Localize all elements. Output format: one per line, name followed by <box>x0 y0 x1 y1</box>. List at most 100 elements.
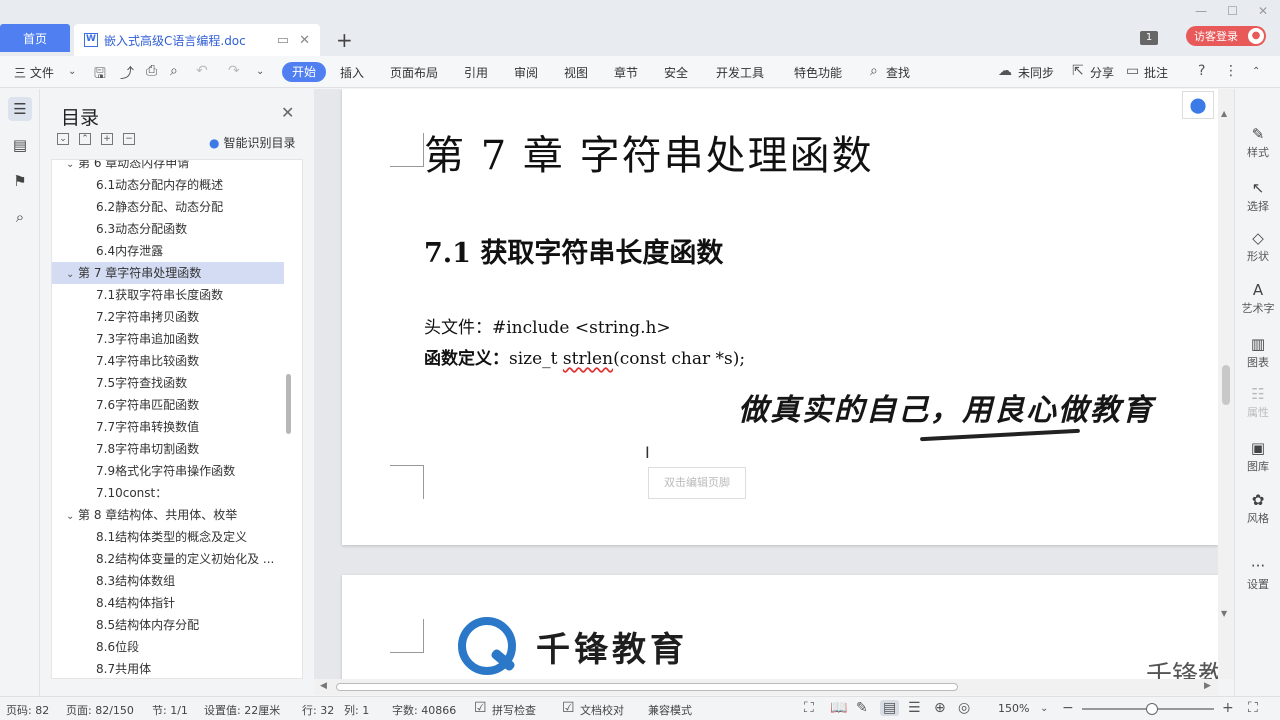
print-icon[interactable]: ⎙ <box>146 63 157 79</box>
tab-chapter[interactable]: 章节 <box>614 64 638 81</box>
page-view-icon[interactable]: ▤ <box>880 700 900 716</box>
toc-section-item[interactable]: 7.7字符串转换数值 <box>52 416 284 438</box>
tab-insert[interactable]: 插入 <box>340 64 364 81</box>
page-thumbnail-icon[interactable]: ▤ <box>8 133 32 157</box>
zoom-in-icon[interactable]: + <box>1222 700 1234 716</box>
vertical-scroll-thumb[interactable] <box>1222 365 1230 405</box>
outline-view-icon[interactable]: ☰ <box>908 700 921 716</box>
status-setting[interactable]: 设置值: 22厘米 <box>204 702 280 718</box>
scroll-down-icon[interactable]: ▼ <box>1221 609 1227 618</box>
style-tool[interactable]: ✎ 样式 <box>1235 125 1280 160</box>
fit-page-icon[interactable]: ⛶ <box>804 700 814 716</box>
status-word-count[interactable]: 字数: 40866 <box>392 702 456 718</box>
toc-section-item[interactable]: 8.5结构体内存分配 <box>52 614 284 636</box>
smart-toc-button[interactable]: ● 智能识别目录 <box>209 134 296 151</box>
tab-developer[interactable]: 开发工具 <box>716 64 764 81</box>
read-mode-icon[interactable]: 📖 <box>830 700 847 716</box>
comment-button[interactable]: 批注 <box>1144 64 1168 81</box>
toc-section-item[interactable]: 7.8字符串切割函数 <box>52 438 284 460</box>
location-pin-icon[interactable]: ⬤ <box>1182 91 1214 119</box>
properties-tool[interactable]: ☷ 属性 <box>1235 385 1280 420</box>
share-export-icon[interactable]: ⤴ <box>120 63 134 83</box>
spell-check-button[interactable]: 拼写检查 <box>492 702 536 718</box>
status-row[interactable]: 行: 32 <box>302 702 334 718</box>
zoom-slider-knob[interactable] <box>1146 703 1158 715</box>
tab-references[interactable]: 引用 <box>464 64 488 81</box>
chart-tool[interactable]: ▥ 图表 <box>1235 335 1280 370</box>
toc-section-item[interactable]: 8.2结构体变量的定义初始化及 ... <box>52 548 284 570</box>
vertical-scrollbar[interactable]: ▲ ▼ <box>1218 89 1234 679</box>
header-file-line[interactable]: 头文件：#include <string.h> <box>424 313 671 338</box>
new-tab-button[interactable]: + <box>336 28 353 52</box>
spell-check-icon[interactable]: ☑ <box>474 700 487 716</box>
share-icon[interactable]: ⇱ <box>1072 63 1084 79</box>
chapter-heading[interactable]: 第 7 章 字符串处理函数 <box>424 123 874 181</box>
chevron-down-icon[interactable]: ⌄ <box>66 264 78 284</box>
help-icon[interactable]: ? <box>1198 63 1205 79</box>
wordart-tool[interactable]: A 艺术字 <box>1235 281 1280 316</box>
remove-level-icon[interactable]: − <box>123 133 135 145</box>
write-mode-icon[interactable]: ✎ <box>856 700 868 716</box>
chevron-down-icon[interactable]: ⌄ <box>66 506 78 526</box>
toc-chapter-item[interactable]: ⌄ 第 6 章动态内存申请 <box>52 160 284 174</box>
tab-features[interactable]: 特色功能 <box>794 64 842 81</box>
toc-section-item[interactable]: 7.4字符串比较函数 <box>52 350 284 372</box>
close-window-icon[interactable]: ✕ <box>1258 4 1268 18</box>
collapse-all-icon[interactable]: ⌄ <box>57 133 69 145</box>
document-page-next[interactable]: 千锋教育 千锋教 <box>342 575 1218 679</box>
collapse-ribbon-icon[interactable]: ⌃ <box>1252 66 1260 77</box>
horizontal-scrollbar[interactable]: ◀ ▶ <box>314 679 1218 695</box>
document-page[interactable]: 第 7 章 字符串处理函数 7.1 获取字符串长度函数 头文件：#include… <box>342 89 1218 545</box>
quick-access-chevron-icon[interactable]: ⌄ <box>256 66 264 77</box>
proofread-icon[interactable]: ☑ <box>562 700 575 716</box>
notification-badge[interactable]: 1 <box>1140 31 1158 45</box>
select-tool[interactable]: ↖ 选择 <box>1235 179 1280 214</box>
toc-scrollbar[interactable] <box>286 374 291 434</box>
shape-tool[interactable]: ◇ 形状 <box>1235 229 1280 264</box>
toc-section-item[interactable]: 6.2静态分配、动态分配 <box>52 196 284 218</box>
toc-section-item[interactable]: 7.3字符串追加函数 <box>52 328 284 350</box>
close-icon[interactable]: ✕ <box>281 103 294 122</box>
toc-section-item[interactable]: 8.4结构体指针 <box>52 592 284 614</box>
status-col[interactable]: 列: 1 <box>344 702 369 718</box>
tab-view[interactable]: 视图 <box>564 64 588 81</box>
sync-cloud-icon[interactable]: ☁ <box>998 63 1012 79</box>
toc-chapter-item[interactable]: ⌄ 第 7 章字符串处理函数 <box>52 262 284 284</box>
save-icon[interactable]: 🖫 <box>94 63 106 87</box>
toc-section-item[interactable]: 7.6字符串匹配函数 <box>52 394 284 416</box>
minimize-icon[interactable]: — <box>1195 4 1207 18</box>
toc-section-item[interactable]: 7.10const： <box>52 482 284 504</box>
tab-review[interactable]: 审阅 <box>514 64 538 81</box>
fullscreen-icon[interactable]: ⛶ <box>1248 700 1258 716</box>
toc-section-item[interactable]: 8.6位段 <box>52 636 284 658</box>
toc-section-item[interactable]: 6.3动态分配函数 <box>52 218 284 240</box>
horizontal-scroll-thumb[interactable] <box>336 683 958 691</box>
tab-document[interactable]: W 嵌入式高级C语言编程.doc ▭ ✕ <box>74 24 320 56</box>
add-level-icon[interactable]: + <box>101 133 113 145</box>
toc-section-item[interactable]: 8.1结构体类型的概念及定义 <box>52 526 284 548</box>
tab-security[interactable]: 安全 <box>664 64 688 81</box>
document-area[interactable]: 第 7 章 字符串处理函数 7.1 获取字符串长度函数 头文件：#include… <box>314 89 1218 679</box>
file-menu[interactable]: 三 文件 <box>14 64 54 81</box>
toc-panel-icon[interactable]: ☰ <box>8 97 32 121</box>
toc-section-item[interactable]: 6.1动态分配内存的概述 <box>52 174 284 196</box>
scroll-left-icon[interactable]: ◀ <box>320 681 327 691</box>
redo-icon[interactable]: ↷ <box>228 63 240 79</box>
section-heading[interactable]: 7.1 获取字符串长度函数 <box>424 231 723 270</box>
restore-tab-icon[interactable]: ▭ <box>277 33 289 48</box>
search-icon[interactable]: ⌕ <box>870 63 878 79</box>
find-replace-icon[interactable]: ⌕ <box>8 205 32 229</box>
tab-page-layout[interactable]: 页面布局 <box>390 64 438 81</box>
search-button[interactable]: 查找 <box>886 64 910 81</box>
theme-tool[interactable]: ✿ 风格 <box>1235 491 1280 526</box>
share-button[interactable]: 分享 <box>1090 64 1114 81</box>
scroll-up-icon[interactable]: ▲ <box>1221 109 1227 118</box>
footer-edit-hint[interactable]: 双击编辑页脚 <box>648 467 746 499</box>
status-section[interactable]: 节: 1/1 <box>152 702 188 718</box>
web-view-icon[interactable]: ⊕ <box>934 700 946 716</box>
spell-error-word[interactable]: strlen <box>563 349 613 369</box>
more-icon[interactable]: ⋮ <box>1224 63 1238 79</box>
toc-section-item[interactable]: 7.5字符查找函数 <box>52 372 284 394</box>
gallery-tool[interactable]: ▣ 图库 <box>1235 439 1280 474</box>
eye-protect-icon[interactable]: ◎ <box>958 700 970 716</box>
